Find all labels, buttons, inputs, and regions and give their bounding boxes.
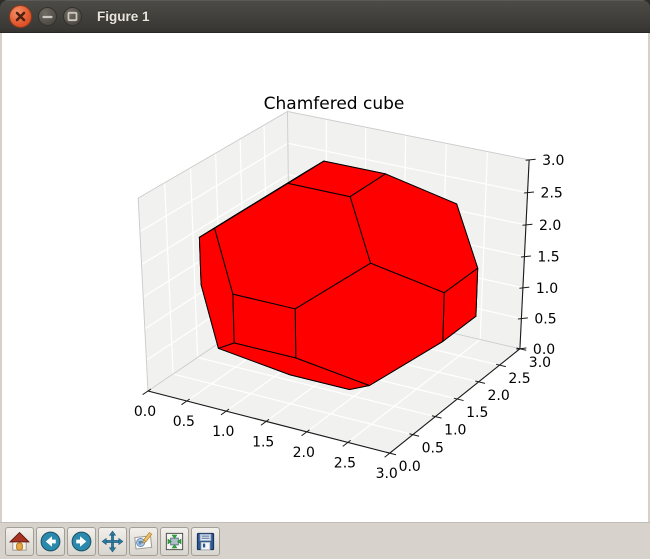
z-axis-tick-label: 1.0: [536, 281, 558, 297]
save-button[interactable]: [191, 527, 220, 556]
window-title: Figure 1: [97, 9, 150, 24]
navigation-toolbar: [0, 522, 650, 559]
x-axis-tick-label: 2.5: [334, 455, 356, 471]
z-axis-tick-label: 1.5: [537, 250, 559, 266]
y-axis-tick-label: 0.0: [399, 459, 421, 475]
z-axis-tick-label: 2.0: [539, 218, 561, 234]
close-x-icon: [10, 6, 31, 27]
pan-button[interactable]: [98, 527, 127, 556]
y-axis-tick-label: 2.5: [508, 371, 530, 387]
y-axis-tick-label: 1.5: [466, 405, 488, 421]
y-axis-tick-label: 2.0: [488, 388, 510, 404]
x-axis-tick-label: 0.5: [173, 414, 195, 430]
forward-button[interactable]: [67, 527, 96, 556]
x-axis-tick-label: 2.0: [293, 445, 315, 461]
forward-arrow-icon: [70, 530, 93, 553]
maximize-button[interactable]: [63, 7, 82, 26]
x-axis-tick-label: 1.0: [212, 424, 234, 440]
plot-area-3d: 0.00.51.01.52.02.53.00.00.51.01.52.02.53…: [0, 33, 650, 522]
maximize-icon: [64, 8, 81, 25]
fullscreen-arrows-icon: [163, 530, 186, 553]
floppy-disk-icon: [194, 530, 217, 553]
y-axis-tick-label: 1.0: [444, 423, 466, 439]
x-axis-tick-label: 3.0: [376, 466, 398, 482]
z-axis-tick-label: 3.0: [542, 153, 564, 169]
z-axis-tick-label: 0.0: [533, 342, 555, 358]
pan-arrows-icon: [101, 530, 124, 553]
y-axis-tick-label: 0.5: [422, 441, 444, 457]
titlebar[interactable]: Figure 1: [0, 0, 650, 33]
close-button[interactable]: [9, 5, 32, 28]
configure-subplots-button[interactable]: [160, 527, 189, 556]
figure-canvas[interactable]: 0.00.51.01.52.02.53.00.00.51.01.52.02.53…: [0, 33, 650, 522]
x-axis-tick-label: 1.5: [252, 434, 274, 450]
home-icon: [8, 530, 31, 553]
minimize-icon: [39, 8, 56, 25]
z-axis-tick-label: 2.5: [541, 186, 563, 202]
back-button[interactable]: [36, 527, 65, 556]
paper-pencil-icon: [132, 530, 155, 553]
z-axis-tick-label: 0.5: [534, 312, 556, 328]
home-button[interactable]: [5, 527, 34, 556]
zoom-button[interactable]: [129, 527, 158, 556]
chart-title: Chamfered cube: [264, 94, 405, 114]
figure-window: Figure 1 0.00.51.01.52.02.53.00.00.51.01…: [0, 0, 650, 559]
window-controls: [9, 5, 85, 28]
minimize-button[interactable]: [38, 7, 57, 26]
back-arrow-icon: [39, 530, 62, 553]
x-axis-tick-label: 0.0: [134, 404, 156, 420]
